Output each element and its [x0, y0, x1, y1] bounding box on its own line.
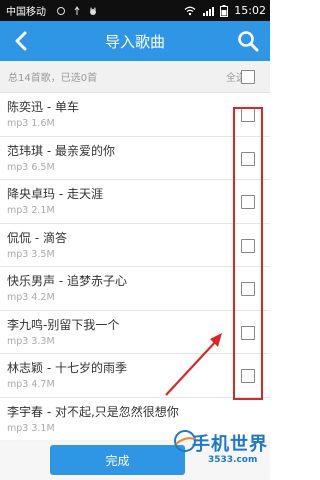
system-icons: 15:02	[184, 4, 266, 17]
song-meta: mp3 2.1M	[7, 205, 55, 216]
song-title: 林志颖 - 十七岁的雨季	[7, 361, 127, 375]
song-title: 陈奕迅 - 单车	[7, 100, 79, 114]
song-title: 李九鸣-别留下我一个	[7, 317, 120, 332]
watermark-site: 3533.com	[208, 455, 258, 465]
song-meta: mp3 6.5M	[7, 161, 55, 173]
watermark-name: 手机世界	[192, 434, 268, 455]
wifi-icon	[184, 6, 196, 15]
song-item[interactable]: 侃侃 - 滴答 mp3 3.5M	[0, 224, 270, 267]
notification-icon	[57, 6, 65, 15]
notification-icons	[56, 5, 98, 16]
song-meta: mp3 3.3M	[7, 335, 55, 347]
song-title: 快乐男声 - 追梦赤子心	[7, 274, 127, 288]
song-item[interactable]: 范玮琪 - 最亲爱的你 mp3 6.5M	[0, 137, 270, 180]
select-all-checkbox[interactable]	[241, 70, 255, 84]
song-meta: mp3 1.6M	[7, 118, 55, 129]
selection-count: 总14首歌，已选0首	[8, 73, 98, 84]
selection-summary-bar: 总14首歌，已选0首 全选	[0, 61, 270, 93]
carrier-label: 中国移动	[6, 7, 46, 18]
signal-icon	[203, 6, 215, 16]
back-button[interactable]	[10, 29, 34, 53]
clock: 15:02	[234, 4, 266, 17]
cat-icon	[90, 6, 96, 15]
song-title: 降央卓玛 - 走天涯	[7, 187, 103, 201]
song-meta: mp3 4.2M	[7, 292, 55, 303]
app-bar: 导入歌曲	[0, 21, 270, 61]
watermark-logo: 手机世界 3533.com	[172, 428, 268, 476]
song-item[interactable]: 降央卓玛 - 走天涯 mp3 2.1M	[0, 180, 270, 224]
song-meta: mp3 4.7M	[7, 379, 55, 390]
status-bar: 中国移动 15:02	[0, 0, 270, 21]
song-title: 侃侃 - 滴答	[7, 230, 67, 245]
done-button[interactable]: 完成	[50, 445, 185, 475]
battery-icon	[220, 4, 229, 17]
search-icon	[238, 31, 259, 52]
song-item[interactable]: 陈奕迅 - 单车 mp3 1.6M	[0, 93, 270, 137]
song-title: 范玮琪 - 最亲爱的你	[7, 143, 115, 158]
page-title: 导入歌曲	[104, 32, 165, 51]
usb-icon	[74, 5, 80, 15]
song-meta: mp3 3.1M	[7, 422, 55, 434]
chevron-left-icon	[15, 31, 27, 51]
song-item[interactable]: 快乐男声 - 追梦赤子心 mp3 4.2M	[0, 267, 270, 311]
search-button[interactable]	[236, 29, 260, 53]
annotation-highlight-box	[233, 107, 263, 400]
song-meta: mp3 3.5M	[7, 248, 55, 260]
annotation-arrow-icon	[165, 333, 222, 396]
song-title: 李宇春 - 对不起,只是忽然很想你	[7, 404, 179, 419]
